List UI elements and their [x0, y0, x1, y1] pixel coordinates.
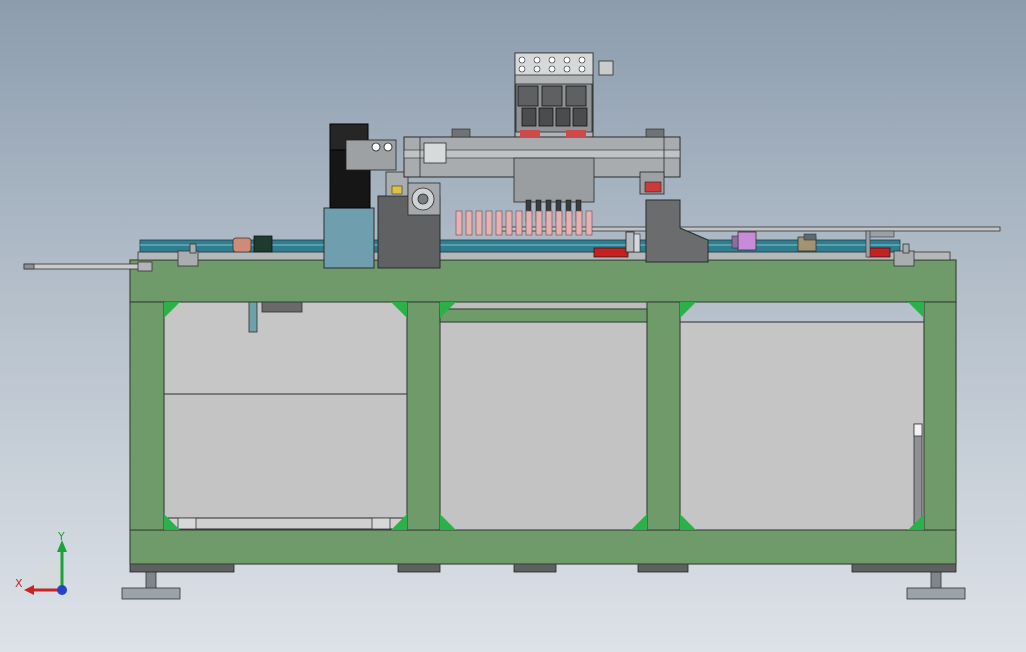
valve-block — [572, 107, 588, 127]
product-tube — [575, 210, 583, 236]
axis-triad — [24, 540, 67, 595]
right-rail — [497, 226, 1001, 232]
valve-port-icon — [563, 56, 571, 64]
valve-port-icon — [533, 65, 541, 73]
machine-assembly-model[interactable] — [0, 0, 1026, 652]
product-tube — [455, 210, 463, 236]
cad-viewport[interactable]: X Y — [0, 0, 1026, 652]
product-tube — [525, 210, 533, 236]
axis-x-label: X — [15, 577, 23, 590]
product-tube — [505, 210, 513, 236]
valve-block — [538, 107, 554, 127]
product-tube — [495, 210, 503, 236]
pick-head — [513, 52, 614, 203]
valve-port-icon — [518, 56, 526, 64]
product-tube — [485, 210, 493, 236]
valve-block — [541, 85, 563, 107]
valve-block — [555, 107, 571, 127]
product-tube — [465, 210, 473, 236]
product-tube — [535, 210, 543, 236]
cabinet-panels — [163, 301, 925, 531]
product-tube — [555, 210, 563, 236]
drive-block — [377, 171, 441, 269]
valve-port-icon — [533, 56, 541, 64]
product-tube — [545, 210, 553, 236]
product-tube — [475, 210, 483, 236]
valve-port-icon — [578, 65, 586, 73]
door-handle — [913, 423, 923, 529]
valve-block — [521, 107, 537, 127]
product-tube — [515, 210, 523, 236]
valve-block — [565, 85, 587, 107]
valve-port-icon — [563, 65, 571, 73]
leveling-foot-right — [906, 569, 966, 600]
product-tube — [585, 210, 593, 236]
valve-block — [517, 85, 539, 107]
valve-port-icon — [548, 65, 556, 73]
valve-port-icon — [548, 56, 556, 64]
leveling-foot-left — [121, 569, 181, 600]
axis-y-label: Y — [58, 530, 65, 543]
valve-port-icon — [578, 56, 586, 64]
nozzle-row — [525, 199, 582, 223]
product-tube — [565, 210, 573, 236]
valve-port-icon — [518, 65, 526, 73]
